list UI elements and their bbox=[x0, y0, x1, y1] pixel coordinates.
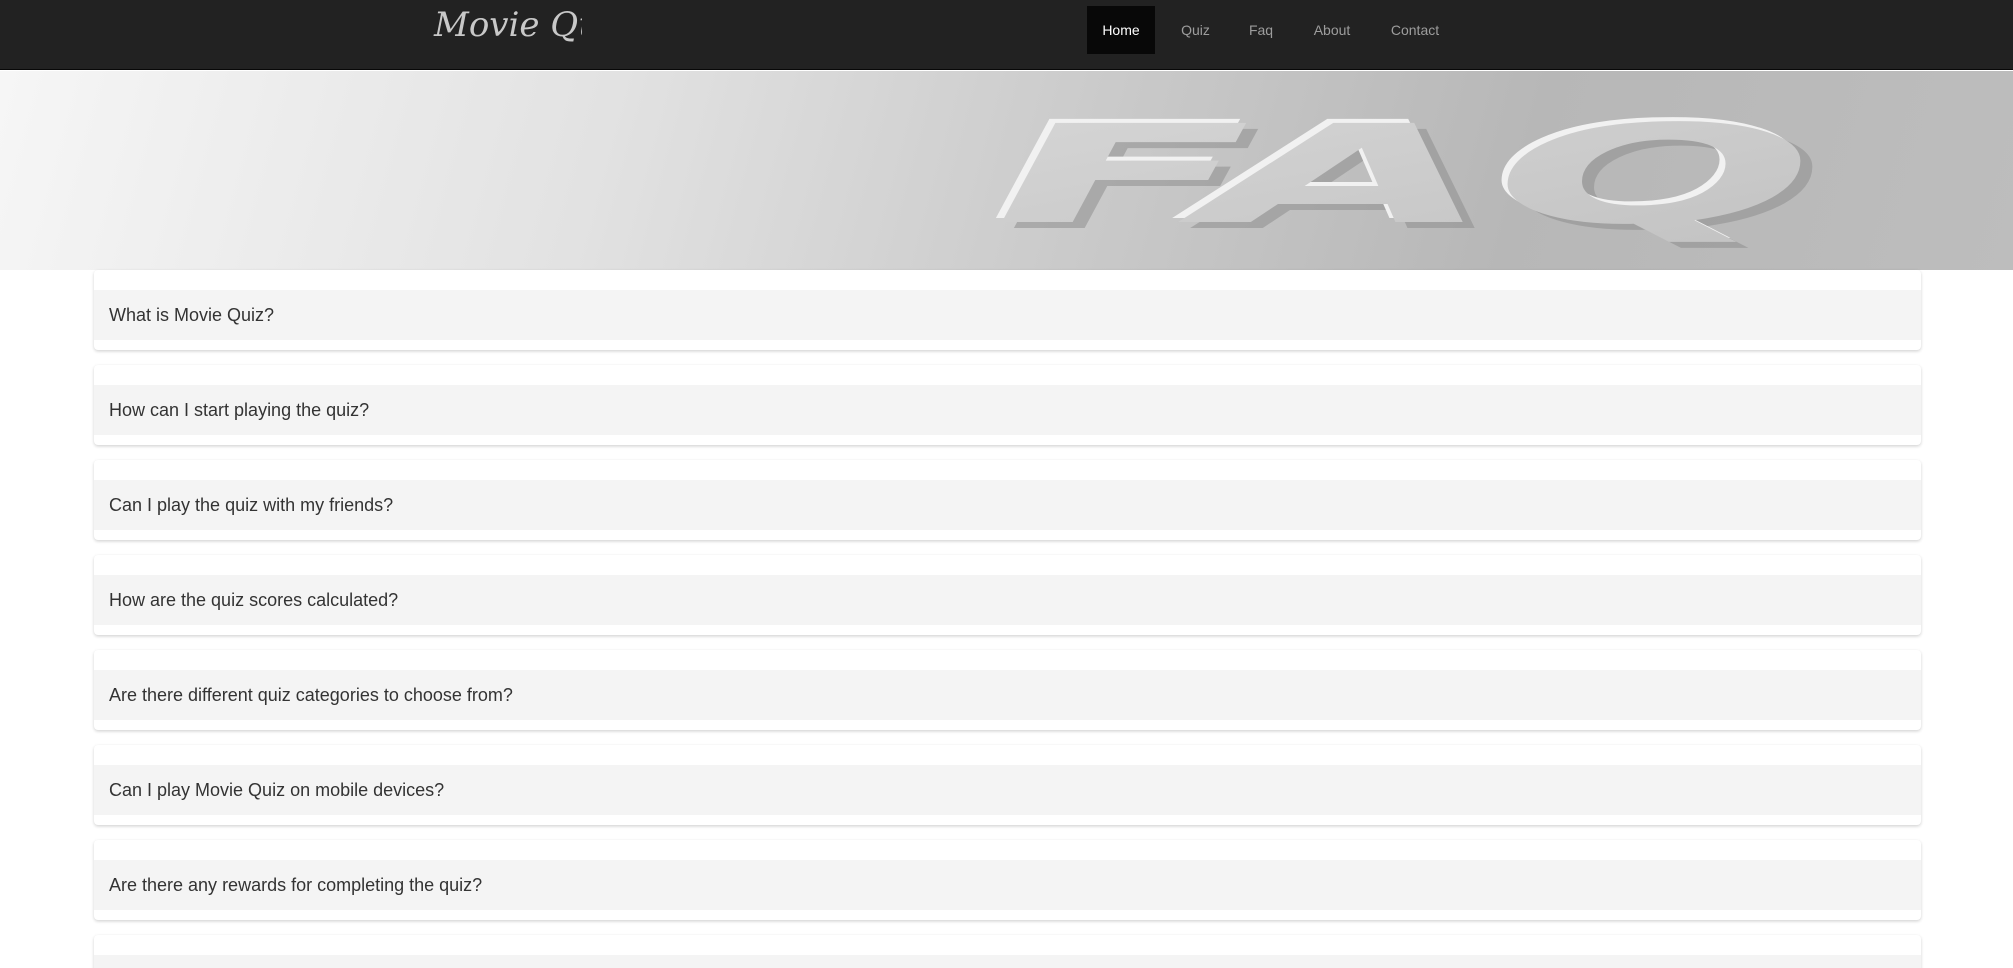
faq-item: Can I play Movie Quiz on mobile devices? bbox=[94, 745, 1921, 825]
faq-item: What is Movie Quiz? bbox=[94, 270, 1921, 350]
faq-item: Are there any rewards for completing the… bbox=[94, 840, 1921, 920]
nav-contact[interactable]: Contact bbox=[1373, 6, 1457, 54]
movie-quiz-logo[interactable]: Movie Quiz bbox=[432, 2, 582, 62]
main-nav: Home Quiz Faq About Contact bbox=[1087, 6, 1457, 54]
faq-question[interactable]: Can I play Movie Quiz on mobile devices? bbox=[94, 765, 1921, 815]
faq-item: Can I play the quiz with my friends? bbox=[94, 460, 1921, 540]
faq-3d-lettering: FAQ FAQ FAQ bbox=[988, 93, 1826, 261]
nav-home[interactable]: Home bbox=[1087, 6, 1155, 54]
svg-text:FAQ: FAQ bbox=[994, 97, 1814, 255]
nav-about[interactable]: About bbox=[1297, 6, 1367, 54]
faq-list: What is Movie Quiz? How can I start play… bbox=[94, 270, 1921, 968]
faq-hero-banner: FAQ FAQ FAQ bbox=[0, 71, 2013, 270]
faq-item: How can I start playing the quiz? bbox=[94, 365, 1921, 445]
faq-item: How are the quiz scores calculated? bbox=[94, 555, 1921, 635]
faq-question[interactable]: Are there different quiz categories to c… bbox=[94, 670, 1921, 720]
faq-item bbox=[94, 935, 1921, 968]
nav-faq[interactable]: Faq bbox=[1233, 6, 1289, 54]
faq-question[interactable] bbox=[94, 955, 1921, 968]
nav-quiz[interactable]: Quiz bbox=[1166, 6, 1225, 54]
faq-question[interactable]: What is Movie Quiz? bbox=[94, 290, 1921, 340]
faq-question[interactable]: Can I play the quiz with my friends? bbox=[94, 480, 1921, 530]
faq-question[interactable]: How are the quiz scores calculated? bbox=[94, 575, 1921, 625]
top-navbar: Movie Quiz Home Quiz Faq About Contact bbox=[0, 0, 2013, 70]
faq-question[interactable]: How can I start playing the quiz? bbox=[94, 385, 1921, 435]
logo-text: Movie Quiz bbox=[433, 5, 582, 45]
faq-question[interactable]: Are there any rewards for completing the… bbox=[94, 860, 1921, 910]
faq-item: Are there different quiz categories to c… bbox=[94, 650, 1921, 730]
